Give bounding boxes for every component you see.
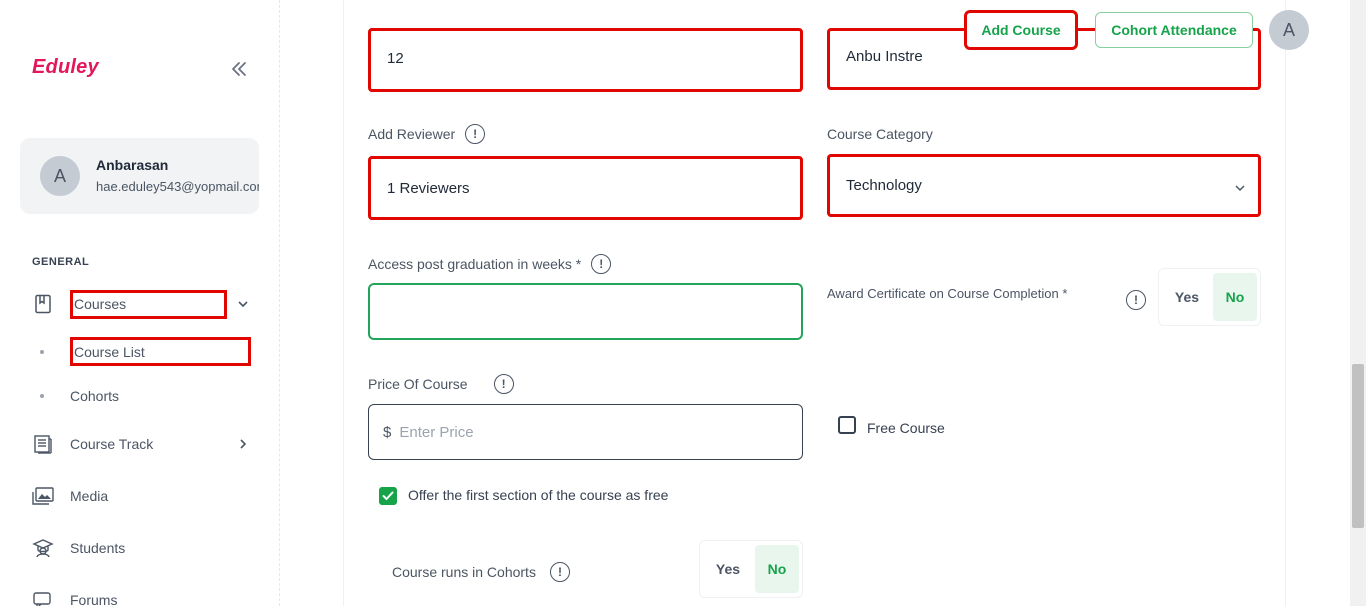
first-section-free-label: Offer the first section of the course as…: [408, 487, 669, 503]
add-reviewer-label: Add Reviewer !: [368, 124, 486, 144]
scrollbar-thumb[interactable]: [1352, 364, 1364, 528]
user-name: Anbarasan: [96, 157, 169, 173]
sidebar-item-label: Students: [70, 540, 126, 556]
chevron-down-icon[interactable]: [236, 297, 250, 311]
free-course-label: Free Course: [867, 420, 945, 436]
students-icon: [32, 537, 54, 559]
currency-symbol: $: [383, 423, 392, 441]
sidebar-item-label: Course Track: [70, 436, 154, 452]
section-label-general: GENERAL: [32, 256, 90, 268]
info-icon[interactable]: !: [549, 562, 570, 582]
label-text: Add Reviewer: [368, 126, 456, 142]
award-certificate-toggle[interactable]: Yes No: [1158, 268, 1261, 326]
label-text: Access post graduation in weeks *: [368, 256, 582, 272]
avatar: A: [40, 156, 80, 196]
access-weeks-input[interactable]: [368, 283, 803, 340]
sidebar-item-cohorts[interactable]: Cohorts: [40, 385, 119, 407]
course-duration-input[interactable]: 12: [368, 28, 803, 92]
forums-icon: [32, 589, 54, 606]
price-input[interactable]: $ Enter Price: [368, 404, 803, 460]
cohort-attendance-button[interactable]: Cohort Attendance: [1095, 12, 1253, 48]
info-icon[interactable]: !: [591, 254, 612, 274]
award-certificate-label: Award Certificate on Course Completion *: [827, 286, 1067, 301]
bullet-dot: [40, 394, 44, 398]
input-value: Anbu Instre: [846, 48, 923, 65]
price-label: Price Of Course !: [368, 374, 514, 394]
brand-logo[interactable]: Eduley: [32, 56, 99, 79]
info-icon[interactable]: !: [1126, 290, 1146, 310]
add-course-button[interactable]: Add Course: [964, 10, 1078, 50]
add-reviewer-input[interactable]: 1 Reviewers: [368, 156, 803, 220]
award-yes-option[interactable]: Yes: [1165, 275, 1209, 319]
sidebar-item-media[interactable]: Media: [32, 482, 108, 510]
cohorts-no-option[interactable]: No: [755, 545, 799, 593]
course-category-label: Course Category: [827, 126, 933, 142]
sidebar-item-label: Forums: [70, 592, 118, 606]
chevron-right-icon[interactable]: [236, 437, 250, 451]
price-placeholder: Enter Price: [399, 423, 474, 441]
label-text: Price Of Course: [368, 376, 468, 392]
input-value: 1 Reviewers: [387, 179, 470, 197]
media-icon: [32, 485, 54, 507]
user-email: hae.eduley543@yopmail.com: [96, 179, 259, 194]
sidebar-item-label: Media: [70, 488, 109, 504]
info-icon[interactable]: !: [493, 374, 514, 394]
label-text: Course Category: [827, 126, 933, 142]
sidebar-item-students[interactable]: Students: [32, 534, 125, 562]
user-card[interactable]: A Anbarasan hae.eduley543@yopmail.com: [20, 138, 259, 214]
label-text: Award Certificate on Course Completion *: [827, 286, 1068, 301]
award-no-option[interactable]: No: [1213, 273, 1257, 321]
track-icon: [32, 433, 54, 455]
info-icon[interactable]: !: [465, 124, 486, 144]
cohorts-toggle[interactable]: Yes No: [699, 540, 803, 598]
cohorts-yes-option[interactable]: Yes: [706, 547, 750, 591]
cohorts-label: Course runs in Cohorts !: [392, 562, 570, 582]
label-text: Course runs in Cohorts: [392, 564, 536, 580]
sidebar: Eduley A Anbarasan hae.eduley543@yopmail…: [0, 0, 280, 606]
sidebar-item-course-track[interactable]: Course Track: [32, 430, 153, 458]
highlight-course-list: [70, 337, 251, 366]
first-section-free-checkbox[interactable]: [379, 487, 397, 505]
check-icon: [382, 491, 394, 500]
profile-avatar[interactable]: A: [1269, 10, 1309, 50]
free-course-checkbox[interactable]: [838, 416, 856, 434]
access-weeks-label: Access post graduation in weeks * !: [368, 254, 612, 274]
chevron-down-icon: [1234, 181, 1246, 193]
course-category-select[interactable]: Technology: [827, 154, 1261, 217]
highlight-courses: [70, 290, 227, 319]
bullet-dot: [40, 350, 44, 354]
sidebar-item-label: Cohorts: [70, 388, 120, 404]
sidebar-item-forums[interactable]: Forums: [32, 586, 117, 606]
collapse-sidebar-icon[interactable]: [228, 58, 250, 80]
input-value: 12: [387, 50, 404, 67]
book-icon: [32, 293, 54, 315]
select-value: Technology: [846, 177, 922, 194]
